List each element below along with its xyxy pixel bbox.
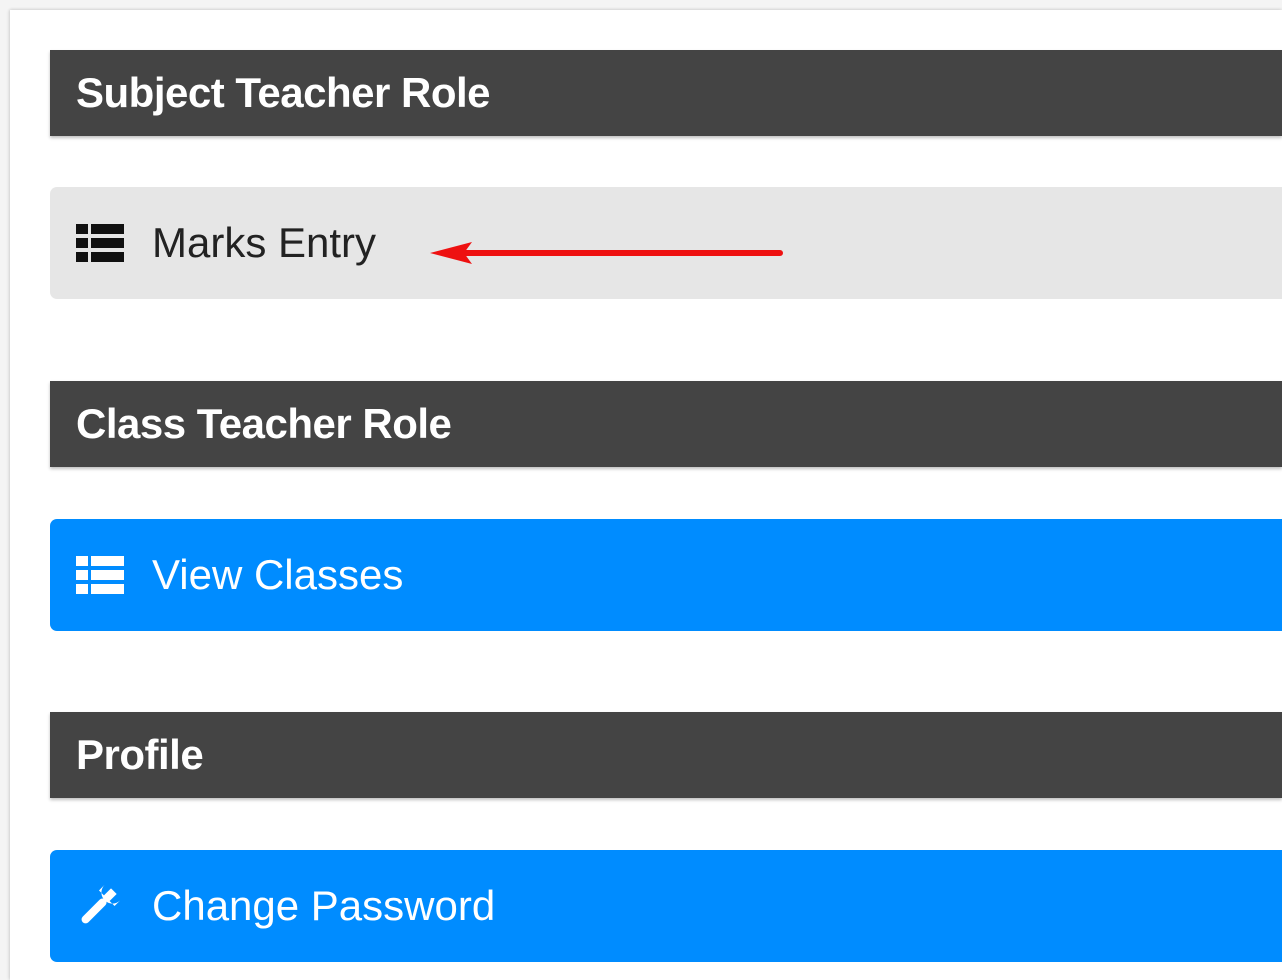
dashboard-panel: Subject Teacher Role Marks Entry Class T… — [10, 10, 1282, 980]
subject-teacher-role-header: Subject Teacher Role — [50, 50, 1282, 136]
view-classes-label: View Classes — [152, 551, 404, 598]
change-password-label: Change Password — [152, 882, 496, 929]
list-icon — [76, 223, 124, 263]
change-password-button[interactable]: Change Password — [50, 850, 1282, 962]
view-classes-button[interactable]: View Classes — [50, 519, 1282, 631]
list-icon — [76, 555, 124, 595]
wrench-icon — [76, 884, 124, 926]
marks-entry-label: Marks Entry — [152, 219, 377, 266]
class-teacher-role-header: Class Teacher Role — [50, 381, 1282, 467]
profile-header: Profile — [50, 712, 1282, 798]
annotation-arrow-icon — [430, 242, 783, 264]
